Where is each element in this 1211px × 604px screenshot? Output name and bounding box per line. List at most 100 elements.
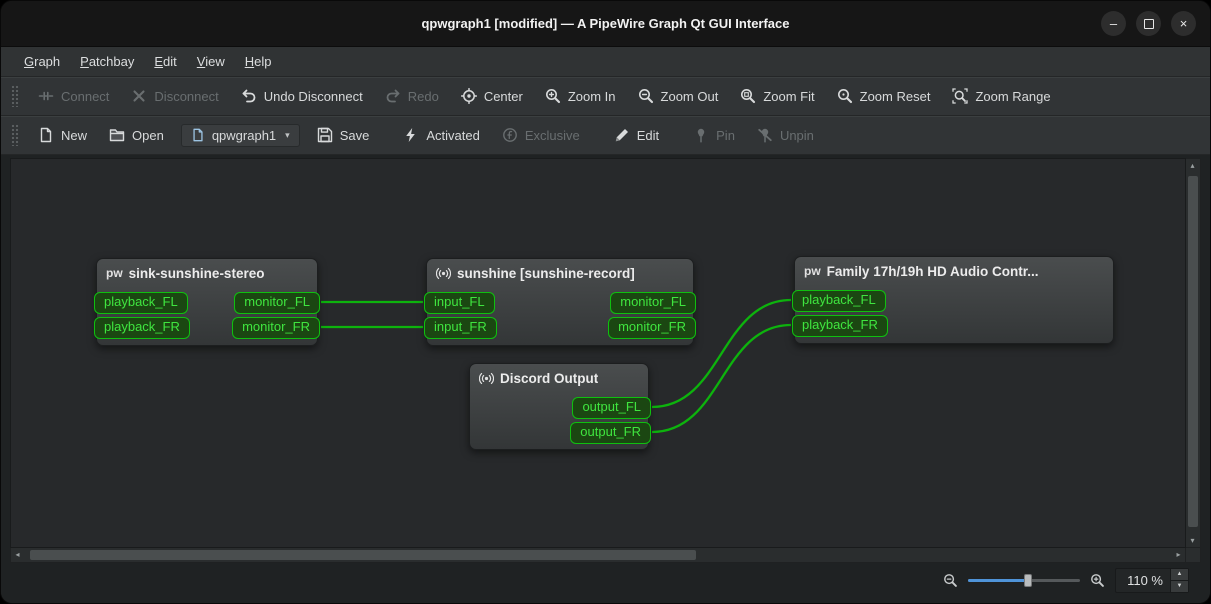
graph-canvas[interactable]: pw sink-sunshine-stereo playback_FL play… [10, 158, 1186, 548]
port-monitor-fl[interactable]: monitor_FL [234, 292, 320, 314]
vertical-scroll-track[interactable] [1186, 172, 1200, 534]
center-button[interactable]: Center [450, 83, 534, 109]
scroll-down-button[interactable]: ▾ [1186, 534, 1199, 547]
zoom-reset-button[interactable]: Zoom Reset [826, 83, 942, 109]
center-icon [460, 88, 477, 104]
unpin-button[interactable]: Unpin [746, 122, 825, 148]
disconnect-button[interactable]: Disconnect [120, 83, 229, 109]
port-playback-fr[interactable]: playback_FR [792, 315, 888, 337]
menu-graph[interactable]: Graph [15, 50, 69, 73]
menu-help[interactable]: Help [236, 50, 281, 73]
pin-icon [697, 128, 705, 143]
scrollbar-corner [1186, 548, 1201, 563]
down-arrow-icon: ▾ [1190, 535, 1195, 545]
connect-button[interactable]: Connect [27, 83, 120, 109]
node-title: Discord Output [500, 370, 599, 386]
zoom-spin-buttons: ▲ ▼ [1170, 568, 1188, 592]
node-header: Discord Output [470, 364, 648, 392]
port-input-fr[interactable]: input_FR [424, 317, 497, 339]
port-playback-fr[interactable]: playback_FR [94, 317, 190, 339]
activated-bolt-icon [406, 128, 416, 142]
node-sink-sunshine-stereo[interactable]: pw sink-sunshine-stereo playback_FL play… [94, 258, 320, 346]
connect-icon [38, 91, 54, 101]
close-icon: × [1179, 16, 1188, 31]
undo-disconnect-button[interactable]: Undo Disconnect [230, 83, 374, 109]
caret-down-icon: ▾ [285, 129, 290, 140]
port-output-fl[interactable]: output_FL [572, 397, 651, 419]
port-output-fr[interactable]: output_FR [570, 422, 651, 444]
right-arrow-icon: ▸ [1176, 549, 1181, 559]
scroll-right-button[interactable]: ▸ [1172, 548, 1185, 561]
window-controls: – × [1101, 1, 1196, 46]
vertical-scrollbar[interactable]: ▴ ▾ [1186, 158, 1201, 548]
window-title: qpwgraph1 [modified] — A PipeWire Graph … [421, 16, 790, 31]
horizontal-scrollbar[interactable]: ◂ ▸ [10, 548, 1186, 563]
zoom-slider-handle[interactable] [1024, 574, 1032, 587]
zoom-slider-max-icon [1091, 573, 1104, 587]
connection-wires [320, 298, 792, 434]
save-label: Save [339, 127, 370, 143]
pin-label: Pin [716, 127, 735, 143]
zoom-spinbox[interactable]: 110 % ▲ ▼ [1115, 567, 1189, 593]
node-family-hd-audio[interactable]: pw Family 17h/19h HD Audio Contr... play… [792, 256, 1114, 344]
edit-toolbar: Connect Disconnect Undo Disconnect Redo … [1, 77, 1210, 116]
toolbar-drag-handle[interactable] [11, 85, 19, 107]
menubar: Graph Patchbay Edit View Help [1, 47, 1210, 77]
session-name-label: qpwgraph1 [211, 127, 277, 143]
audio-source-icon [436, 267, 451, 279]
disconnect-icon [133, 90, 145, 102]
port-monitor-fl[interactable]: monitor_FL [610, 292, 696, 314]
edit-button[interactable]: Edit [603, 122, 670, 148]
redo-button[interactable]: Redo [374, 83, 450, 109]
session-selector[interactable]: qpwgraph1 ▾ [180, 123, 300, 147]
save-icon [317, 127, 332, 143]
unpin-label: Unpin [779, 127, 814, 143]
minimize-button[interactable]: – [1101, 11, 1126, 36]
pin-button[interactable]: Pin [682, 122, 746, 148]
vertical-scroll-thumb[interactable] [1188, 175, 1198, 527]
menu-edit[interactable]: Edit [145, 50, 185, 73]
left-arrow-icon: ◂ [15, 549, 20, 559]
zoom-range-button[interactable]: Zoom Range [941, 83, 1061, 109]
zoom-out-button[interactable]: Zoom Out [627, 83, 730, 109]
open-button[interactable]: Open [98, 122, 175, 148]
up-arrow-icon: ▴ [1190, 160, 1195, 170]
open-label: Open [132, 127, 164, 143]
port-playback-fl[interactable]: playback_FL [94, 292, 188, 314]
port-input-fl[interactable]: input_FL [424, 292, 495, 314]
close-button[interactable]: × [1171, 11, 1196, 36]
port-monitor-fr[interactable]: monitor_FR [232, 317, 320, 339]
save-button[interactable]: Save [306, 122, 381, 148]
exclusive-button[interactable]: Exclusive [491, 122, 591, 148]
toolbar-drag-handle[interactable] [11, 124, 19, 146]
zoom-fit-button[interactable]: Zoom Fit [729, 83, 825, 109]
zoom-in-button[interactable]: Zoom In [534, 83, 627, 109]
horizontal-scroll-track[interactable] [24, 548, 1172, 562]
scroll-left-button[interactable]: ◂ [11, 548, 24, 561]
node-sunshine-record[interactable]: sunshine [sunshine-record] input_FL inpu… [424, 258, 696, 346]
titlebar[interactable]: qpwgraph1 [modified] — A PipeWire Graph … [1, 1, 1210, 47]
edit-pencil-icon [615, 129, 628, 142]
zoom-reset-icon [837, 89, 852, 104]
zoom-increase-button[interactable]: ▲ [1171, 568, 1188, 581]
menu-view[interactable]: View [188, 50, 234, 73]
open-folder-icon [109, 129, 125, 142]
zoom-out-label: Zoom Out [660, 88, 719, 104]
node-title: sink-sunshine-stereo [128, 265, 265, 281]
exclusive-icon [502, 128, 517, 142]
horizontal-scroll-thumb[interactable] [30, 550, 696, 560]
zoom-value: 110 % [1127, 572, 1163, 588]
activated-button[interactable]: Activated [392, 122, 490, 148]
main-area: pw sink-sunshine-stereo playback_FL play… [1, 155, 1210, 603]
maximize-button[interactable] [1136, 11, 1161, 36]
port-playback-fl[interactable]: playback_FL [792, 290, 886, 312]
undo-disconnect-label: Undo Disconnect [263, 88, 363, 104]
port-monitor-fr[interactable]: monitor_FR [608, 317, 696, 339]
scroll-up-button[interactable]: ▴ [1186, 159, 1199, 172]
menu-patchbay[interactable]: Patchbay [71, 50, 143, 73]
session-file-icon [193, 128, 203, 142]
node-discord-output[interactable]: Discord Output output_FL output_FR [469, 363, 651, 450]
zoom-decrease-button[interactable]: ▼ [1171, 580, 1188, 592]
zoom-slider[interactable] [968, 573, 1080, 587]
new-button[interactable]: New [27, 122, 98, 148]
